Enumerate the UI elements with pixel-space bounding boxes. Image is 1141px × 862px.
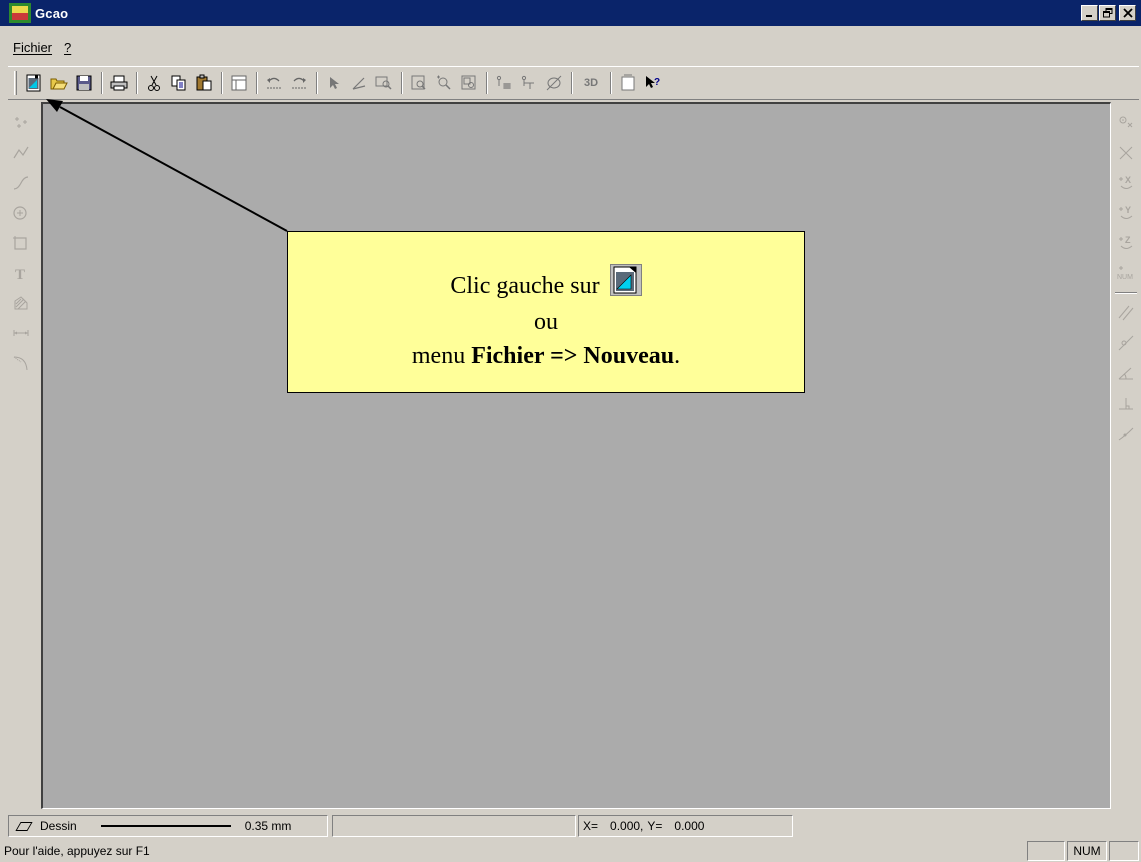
zoom-extents-icon[interactable]: [458, 72, 480, 94]
polyline-icon[interactable]: [10, 142, 32, 164]
x-label: X=: [583, 819, 599, 833]
rotate-y-icon[interactable]: Y: [1115, 202, 1137, 224]
new-file-icon: [609, 264, 642, 296]
y-label: Y=: [647, 819, 663, 833]
menu-help[interactable]: ?: [64, 40, 71, 62]
zoom-window-icon[interactable]: [373, 72, 395, 94]
circle-icon[interactable]: [10, 202, 32, 224]
snap-center-icon[interactable]: [1115, 112, 1137, 134]
instruction-callout: Clic gauche sur ou menu Fichier => Nouve…: [287, 231, 805, 393]
toolbar-grip[interactable]: [14, 71, 17, 95]
callout-line2: ou: [534, 309, 558, 335]
callout-line1: Clic gauche sur: [450, 273, 600, 299]
print-preview-icon[interactable]: [617, 72, 639, 94]
minimize-button[interactable]: [1081, 5, 1098, 21]
window-title: Gcao: [35, 5, 69, 21]
status-panel: [332, 815, 576, 837]
dimension-icon[interactable]: [10, 322, 32, 344]
layer-selector[interactable]: Dessin 0.35 mm: [8, 815, 328, 837]
open-icon[interactable]: [48, 72, 70, 94]
print-icon[interactable]: [108, 72, 130, 94]
hatch-icon[interactable]: [10, 292, 32, 314]
transform-toolbar: X Y Z NUM: [1113, 112, 1139, 444]
drawing-status-bar: Dessin 0.35 mm X= 0.000, Y= 0.000: [8, 814, 1139, 838]
coordinates-panel: X= 0.000, Y= 0.000: [578, 815, 793, 837]
text-icon[interactable]: T: [10, 262, 32, 284]
drawing-canvas[interactable]: [41, 102, 1111, 809]
intersection-icon[interactable]: [1115, 142, 1137, 164]
redo-icon[interactable]: [288, 72, 310, 94]
callout-line3-suffix: .: [674, 343, 681, 369]
points-icon[interactable]: [10, 112, 32, 134]
y-value: 0.000: [674, 819, 705, 833]
line-weight-sample: [100, 825, 231, 827]
callout-line3-prefix: menu: [411, 343, 472, 369]
tangent-curve-icon[interactable]: [1115, 422, 1137, 444]
numeric-input-icon[interactable]: NUM: [1115, 262, 1137, 284]
title-bar: Gcao: [0, 0, 1141, 26]
trim-icon[interactable]: [348, 72, 370, 94]
zoom-all-icon[interactable]: [408, 72, 430, 94]
line-weight-value: 0.35 mm: [244, 819, 292, 833]
perpendicular-icon[interactable]: [1115, 392, 1137, 414]
rectangle-icon[interactable]: [10, 232, 32, 254]
cut-icon[interactable]: [143, 72, 165, 94]
svg-text:X: X: [1125, 175, 1131, 185]
3d-icon[interactable]: 3D: [578, 72, 604, 94]
callout-line3-bold: Fichier => Nouveau: [471, 343, 675, 369]
svg-text:?: ?: [654, 77, 660, 88]
caps-indicator: [1027, 841, 1065, 861]
undo-icon[interactable]: [263, 72, 285, 94]
svg-text:Z: Z: [1125, 235, 1131, 245]
grid-icon[interactable]: [493, 72, 515, 94]
restore-button[interactable]: [1099, 5, 1116, 21]
save-icon[interactable]: [73, 72, 95, 94]
3d-label: 3D: [583, 77, 599, 89]
snap-icon[interactable]: [518, 72, 540, 94]
properties-icon[interactable]: [228, 72, 250, 94]
help-text: Pour l'aide, appuyez sur F1: [4, 844, 150, 858]
app-status-bar: Pour l'aide, appuyez sur F1 NUM: [0, 840, 1141, 862]
paste-icon[interactable]: [193, 72, 215, 94]
zoom-realtime-icon[interactable]: [433, 72, 455, 94]
hide-icon[interactable]: [543, 72, 565, 94]
menu-fichier[interactable]: Fichier: [13, 40, 52, 62]
tangent-icon[interactable]: [1115, 332, 1137, 354]
draw-toolbar: T: [10, 112, 36, 374]
svg-text:Y: Y: [1125, 205, 1131, 215]
num-indicator: NUM: [1067, 841, 1107, 861]
main-toolbar: 3D ?: [8, 66, 1139, 100]
angle-icon[interactable]: [1115, 362, 1137, 384]
svg-text:T: T: [15, 267, 25, 282]
copy-icon[interactable]: [168, 72, 190, 94]
arc-dimension-icon[interactable]: [10, 352, 32, 374]
spline-icon[interactable]: [10, 172, 32, 194]
rotate-z-icon[interactable]: Z: [1115, 232, 1137, 254]
select-icon[interactable]: [323, 72, 345, 94]
new-icon[interactable]: [23, 72, 45, 94]
x-value: 0.000,: [610, 819, 644, 833]
layer-name: Dessin: [40, 819, 77, 833]
layer-icon: [16, 822, 30, 831]
context-help-icon[interactable]: ?: [642, 72, 664, 94]
scroll-indicator: [1109, 841, 1139, 861]
menu-bar: Fichier ?: [0, 26, 1141, 62]
parallel-icon[interactable]: [1115, 302, 1137, 324]
callout-line3: menu Fichier => Nouveau.: [288, 343, 804, 370]
app-icon[interactable]: [9, 3, 31, 23]
rotate-x-icon[interactable]: X: [1115, 172, 1137, 194]
svg-text:NUM: NUM: [1117, 274, 1133, 281]
close-button[interactable]: [1119, 5, 1136, 21]
